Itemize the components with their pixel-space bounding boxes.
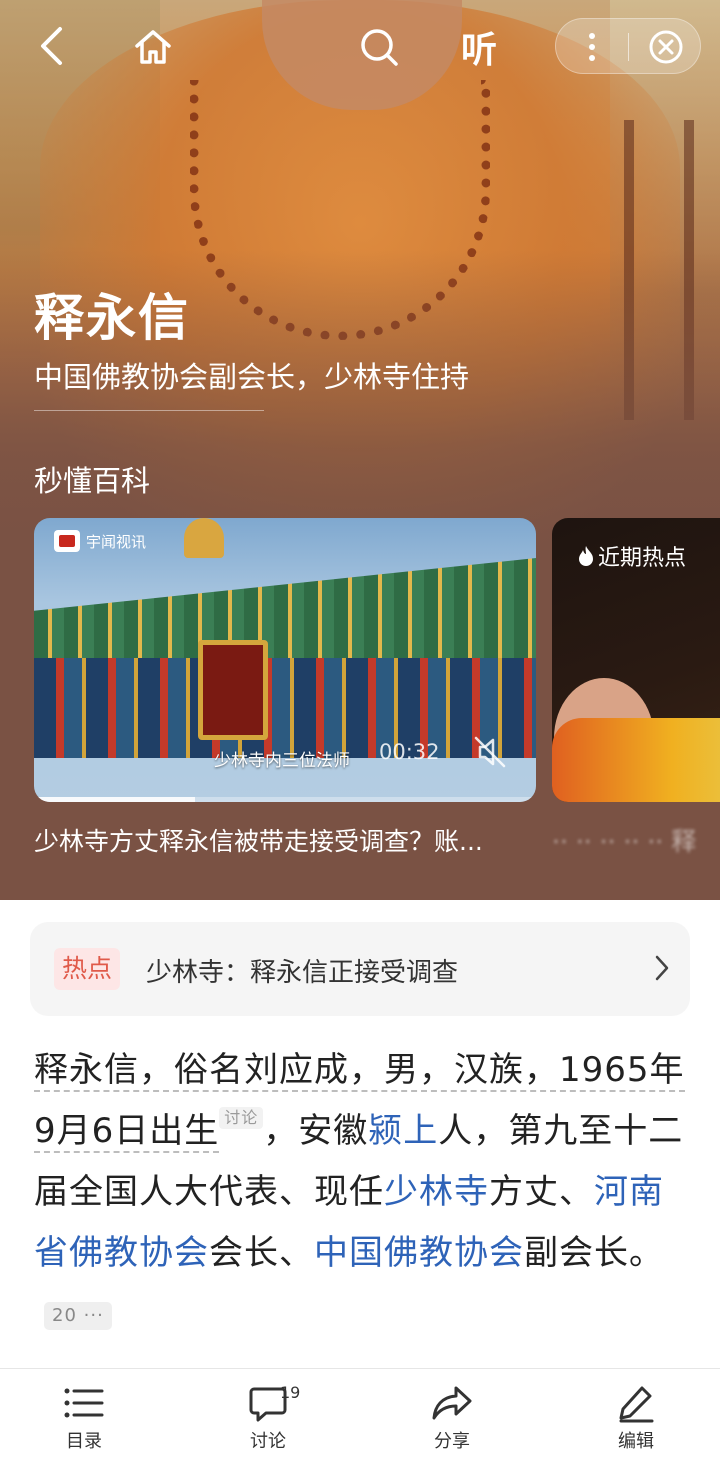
mini-program-capsule bbox=[555, 18, 701, 74]
hero-banner: 听 释永信 中国佛教协会副会长，少林寺住持 秒懂百科 宇闻视讯 少林寺内三位法师… bbox=[0, 0, 720, 900]
toolbar-label-contents: 目录 bbox=[66, 1431, 102, 1452]
search-icon bbox=[361, 29, 398, 66]
top-navigation-bar: 听 bbox=[0, 0, 720, 96]
mute-button[interactable] bbox=[472, 734, 508, 774]
summary-text: 方丈、 bbox=[489, 1172, 594, 1212]
listen-button[interactable]: 听 bbox=[452, 20, 506, 74]
home-icon bbox=[135, 30, 171, 64]
chevron-right-icon bbox=[654, 954, 670, 986]
edit-icon bbox=[619, 1386, 654, 1423]
video-progress-bar[interactable] bbox=[34, 797, 536, 802]
share-icon bbox=[432, 1386, 472, 1420]
video-duration: 00:32 bbox=[379, 740, 440, 764]
video-title-2[interactable]: ·· ·· ·· ·· ·· 释 bbox=[552, 822, 720, 858]
video-title[interactable]: 少林寺方丈释永信被带走接受调查？账... bbox=[34, 822, 534, 858]
news-logo-icon bbox=[54, 530, 80, 552]
list-icon bbox=[64, 1388, 104, 1418]
video-source-label: 宇闻视讯 bbox=[86, 532, 147, 551]
temple-plaque bbox=[198, 640, 268, 740]
search-button[interactable] bbox=[356, 24, 402, 70]
toolbar-item-discuss[interactable]: 19 讨论 bbox=[208, 1383, 328, 1453]
close-circle-icon bbox=[649, 30, 683, 64]
temple-beam bbox=[34, 658, 536, 758]
summary-text: ，安徽 bbox=[263, 1111, 369, 1151]
summary-text: 副会长。 bbox=[524, 1233, 664, 1273]
toolbar-label-edit: 编辑 bbox=[618, 1431, 654, 1452]
entry-title: 释永信 bbox=[34, 289, 190, 347]
article-summary: 释永信，俗名刘应成，男，汉族，1965年9月6日出生 讨论 ，安徽颍上人，第九至十二… bbox=[34, 1040, 690, 1345]
temple-finial bbox=[184, 518, 224, 558]
link-buddhist-association-of-china[interactable]: 中国佛教协会 bbox=[314, 1233, 524, 1273]
toolbar-item-share[interactable]: 分享 bbox=[392, 1383, 512, 1453]
monk-robe bbox=[552, 718, 720, 802]
back-button[interactable] bbox=[30, 24, 74, 68]
toolbar-item-contents[interactable]: 目录 bbox=[24, 1383, 144, 1453]
video-progress-fill bbox=[34, 797, 195, 802]
toolbar-label-discuss: 讨论 bbox=[250, 1431, 286, 1452]
title-divider bbox=[34, 410, 264, 411]
capsule-divider bbox=[628, 33, 629, 61]
entry-subtitle: 中国佛教协会副会长，少林寺住持 bbox=[34, 360, 470, 394]
link-shaolin-temple[interactable]: 少林寺 bbox=[384, 1172, 489, 1212]
video-source-logo: 宇闻视讯 bbox=[54, 530, 146, 552]
listen-label: 听 bbox=[460, 30, 497, 71]
close-button[interactable] bbox=[644, 27, 688, 67]
mute-icon bbox=[474, 736, 506, 768]
home-button[interactable] bbox=[130, 24, 176, 70]
hot-news-text: 少林寺：释永信正接受调查 bbox=[146, 958, 459, 988]
flame-icon bbox=[579, 546, 593, 566]
chevron-left-icon bbox=[41, 27, 62, 65]
link-yingshang[interactable]: 颍上 bbox=[368, 1111, 438, 1151]
discuss-count-badge: 19 bbox=[280, 1383, 301, 1402]
reference-badge[interactable]: 20 ··· bbox=[44, 1301, 112, 1330]
toolbar-item-edit[interactable]: 编辑 bbox=[576, 1383, 696, 1453]
video-subtitle-caption: 少林寺内三位法师 bbox=[214, 751, 350, 771]
hot-badge-label: 近期热点 bbox=[598, 546, 687, 571]
video-card[interactable]: 宇闻视讯 少林寺内三位法师 00:32 bbox=[34, 518, 536, 802]
summary-text: 会长、 bbox=[209, 1233, 314, 1273]
bottom-toolbar: 目录 19 讨论 分享 编辑 bbox=[0, 1368, 720, 1482]
toolbar-label-share: 分享 bbox=[434, 1431, 470, 1452]
hot-news-bar[interactable]: 热点 少林寺：释永信正接受调查 bbox=[30, 922, 690, 1016]
more-button[interactable] bbox=[570, 27, 614, 67]
discuss-tag[interactable]: 讨论 bbox=[219, 1107, 264, 1129]
more-vertical-icon bbox=[589, 33, 595, 61]
video-card-hot[interactable]: 近期热点 bbox=[552, 518, 720, 802]
hot-tag: 热点 bbox=[54, 948, 121, 990]
hot-badge: 近期热点 bbox=[576, 540, 686, 572]
section-label: 秒懂百科 bbox=[34, 464, 151, 498]
